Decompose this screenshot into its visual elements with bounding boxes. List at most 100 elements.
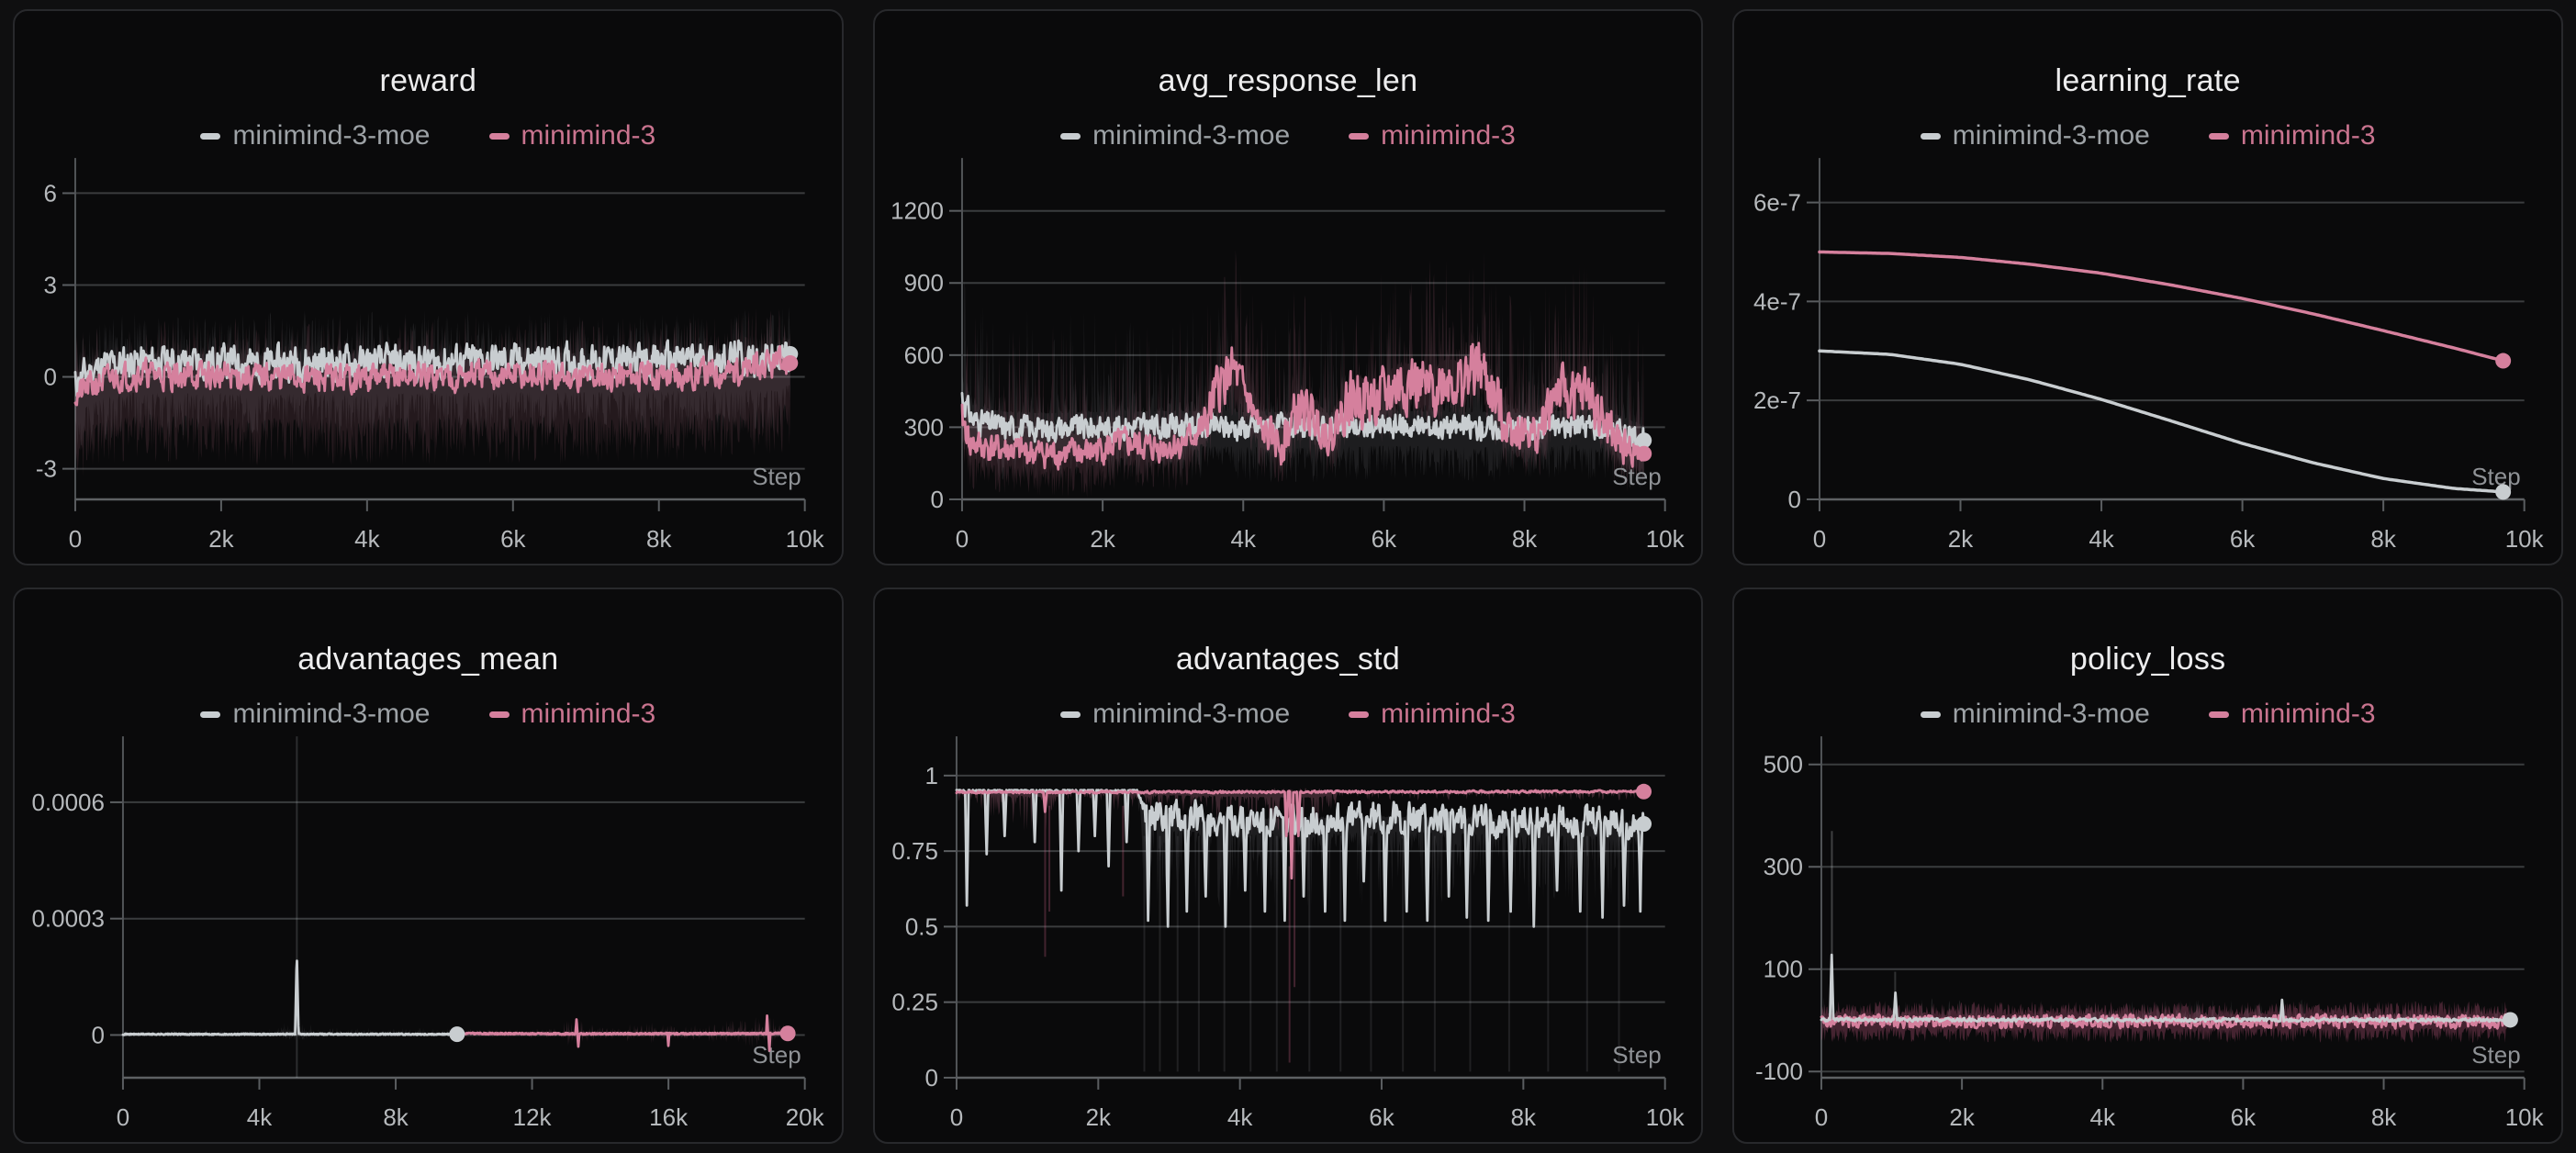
series-end-dot [2495, 484, 2511, 499]
x-axis-title: Step [2472, 1041, 2521, 1069]
series-end-dot [449, 1026, 465, 1042]
x-tick-label: 10k [2505, 525, 2545, 553]
x-tick-label: 0 [1815, 1103, 1828, 1131]
series-end-dot [1636, 784, 1652, 800]
chart-legend: minimind-3-moe minimind-3 [15, 698, 842, 731]
legend-item[interactable]: minimind-3-moe [200, 699, 430, 730]
chart-canvas[interactable]: 630-302k4k6k8k10kStep [15, 152, 842, 564]
charts-grid: reward minimind-3-moe minimind-3 630-302… [0, 0, 2576, 1153]
series-line-minimind-3[interactable] [457, 1015, 788, 1050]
legend-item[interactable]: minimind-3 [1349, 120, 1516, 151]
series-line-minimind-3-moe[interactable] [1820, 351, 2503, 492]
legend-swatch-icon [1921, 711, 1941, 718]
x-tick-label: 0 [69, 525, 82, 553]
x-tick-label: 6k [2231, 1103, 2257, 1131]
legend-item[interactable]: minimind-3-moe [200, 120, 430, 151]
series-line-minimind-3-moe[interactable] [123, 961, 457, 1035]
legend-item[interactable]: minimind-3-moe [1060, 699, 1290, 730]
chart-title: avg_response_len [875, 61, 1702, 101]
legend-item[interactable]: minimind-3 [1349, 699, 1516, 730]
y-tick-label: -3 [36, 455, 57, 483]
chart-title: learning_rate [1734, 61, 2561, 101]
x-tick-label: 12k [513, 1103, 553, 1131]
x-tick-label: 20k [786, 1103, 825, 1131]
legend-item-label: minimind-3 [2241, 699, 2376, 730]
y-tick-label: 600 [903, 341, 943, 369]
legend-swatch-icon [1060, 133, 1081, 140]
series-line-minimind-3[interactable] [1820, 252, 2503, 361]
x-tick-label: 8k [1511, 525, 1537, 553]
legend-swatch-icon [200, 711, 220, 718]
chart-card: advantages_mean minimind-3-moe minimind-… [13, 588, 844, 1144]
chart-card: avg_response_len minimind-3-moe minimind… [873, 9, 1704, 565]
chart-canvas[interactable]: 6e-74e-72e-7002k4k6k8k10kStep [1734, 152, 2561, 564]
legend-item[interactable]: minimind-3-moe [1060, 120, 1290, 151]
chart-legend: minimind-3-moe minimind-3 [15, 119, 842, 152]
x-tick-label: 4k [2089, 525, 2115, 553]
x-tick-label: 8k [646, 525, 672, 553]
legend-item-label: minimind-3 [521, 699, 656, 730]
x-tick-label: 8k [1510, 1103, 1536, 1131]
y-tick-label: 0.5 [905, 912, 938, 940]
series-end-dot [782, 355, 798, 371]
chart-legend: minimind-3-moe minimind-3 [875, 119, 1702, 152]
y-tick-label: 6 [44, 179, 57, 207]
x-tick-label: 8k [2371, 1103, 2397, 1131]
legend-swatch-icon [2209, 133, 2229, 140]
chart-legend: minimind-3-moe minimind-3 [875, 698, 1702, 731]
chart-canvas[interactable]: 500300100-10002k4k6k8k10kStep [1734, 731, 2561, 1142]
x-axis-title: Step [752, 463, 801, 490]
y-tick-label: 900 [903, 269, 943, 297]
legend-swatch-icon [1060, 711, 1081, 718]
legend-item[interactable]: minimind-3 [2209, 699, 2376, 730]
legend-item[interactable]: minimind-3 [489, 120, 656, 151]
legend-item-label: minimind-3-moe [232, 699, 430, 730]
chart-card: learning_rate minimind-3-moe minimind-3 … [1732, 9, 2563, 565]
legend-item[interactable]: minimind-3 [489, 699, 656, 730]
chart-title: reward [15, 61, 842, 101]
y-tick-label: 500 [1764, 751, 1803, 778]
chart-title: policy_loss [1734, 639, 2561, 679]
x-tick-label: 0 [117, 1103, 129, 1131]
legend-item-label: minimind-3 [1381, 120, 1516, 151]
x-tick-label: 10k [1645, 1103, 1685, 1131]
chart-canvas[interactable]: 1200900600300002k4k6k8k10kStep [875, 152, 1702, 564]
y-tick-label: 100 [1764, 956, 1803, 983]
y-tick-label: 1 [924, 762, 937, 789]
x-axis-title: Step [1612, 1041, 1661, 1069]
y-tick-label: 0 [930, 486, 943, 513]
legend-swatch-icon [489, 711, 510, 718]
series-end-dot [780, 1025, 796, 1041]
legend-item[interactable]: minimind-3 [2209, 120, 2376, 151]
legend-item[interactable]: minimind-3-moe [1921, 120, 2150, 151]
legend-item-label: minimind-3-moe [232, 120, 430, 151]
legend-item-label: minimind-3 [2241, 120, 2376, 151]
y-tick-label: 300 [1764, 853, 1803, 880]
x-tick-label: 2k [1085, 1103, 1111, 1131]
chart-canvas[interactable]: 10.750.50.25002k4k6k8k10kStep [875, 731, 1702, 1142]
legend-item-label: minimind-3 [521, 120, 656, 151]
chart-card: policy_loss minimind-3-moe minimind-3 50… [1732, 588, 2563, 1144]
x-tick-label: 6k [2230, 525, 2256, 553]
legend-swatch-icon [1349, 133, 1369, 140]
x-tick-label: 2k [208, 525, 234, 553]
x-tick-label: 6k [500, 525, 526, 553]
legend-item-label: minimind-3-moe [1953, 699, 2150, 730]
x-tick-label: 6k [1369, 1103, 1394, 1131]
chart-title: advantages_std [875, 639, 1702, 679]
y-tick-label: 6e-7 [1753, 189, 1801, 217]
x-tick-label: 8k [2371, 525, 2397, 553]
y-tick-label: 0.0006 [31, 789, 104, 816]
x-tick-label: 16k [649, 1103, 689, 1131]
chart-canvas[interactable]: 0.00060.0003004k8k12k16k20kStep [15, 731, 842, 1142]
y-tick-label: 0.0003 [31, 905, 104, 933]
legend-item-label: minimind-3-moe [1953, 120, 2150, 151]
series-band [123, 957, 457, 1041]
x-tick-label: 0 [1813, 525, 1826, 553]
series-end-dot [2503, 1012, 2518, 1027]
x-tick-label: 6k [1371, 525, 1396, 553]
y-tick-label: -100 [1755, 1058, 1803, 1085]
legend-item[interactable]: minimind-3-moe [1921, 699, 2150, 730]
legend-swatch-icon [2209, 711, 2229, 718]
y-tick-label: 300 [903, 413, 943, 441]
